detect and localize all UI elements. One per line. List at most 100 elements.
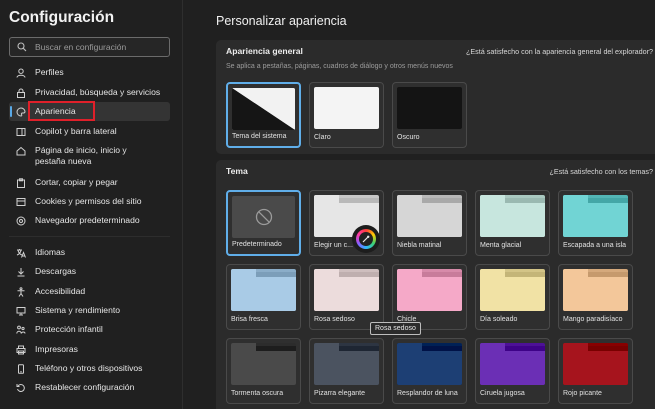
sidebar-item-inicio[interactable]: Página de inicio, inicio y pestaña nueva	[9, 145, 159, 167]
theme-tile-label: Elegir un c...	[314, 242, 353, 249]
theme-tile-mango-paradisiaco[interactable]: Mango paradisíaco	[558, 264, 633, 330]
general-appearance-heading: Apariencia general	[226, 46, 303, 56]
theme-tile-pizarra-elegante[interactable]: Pizarra elegante	[309, 338, 384, 404]
highlight-annotation	[28, 101, 95, 121]
theme-preview	[397, 269, 462, 311]
page-title: Personalizar apariencia	[216, 14, 347, 28]
theme-tile-ciruela-jugosa[interactable]: Ciruela jugosa	[475, 338, 550, 404]
theme-tile-label: Niebla matinal	[397, 242, 442, 249]
theme-tile-label: Brisa fresca	[231, 316, 268, 323]
folder-shape	[480, 343, 545, 385]
theme-tile-label: Rosa sedoso	[314, 316, 355, 323]
folder-shape	[397, 195, 462, 237]
clipboard-icon	[16, 177, 30, 188]
theme-tile-brisa-fresca[interactable]: Brisa fresca	[226, 264, 301, 330]
theme-preview	[563, 269, 628, 311]
folder-shape	[314, 269, 379, 311]
sidebar-item-navegador[interactable]: Navegador predeterminado	[9, 215, 170, 226]
light-theme-preview	[314, 87, 379, 129]
sidebar-item-label: Página de inicio, inicio y pestaña nueva	[35, 145, 127, 166]
sidebar-item-telefono[interactable]: Teléfono y otros dispositivos	[9, 363, 170, 374]
language-icon	[16, 247, 30, 258]
sidebar-item-label: Teléfono y otros dispositivos	[35, 363, 143, 373]
family-icon	[16, 324, 30, 335]
accessibility-icon	[16, 286, 30, 297]
sidebar-divider	[9, 236, 170, 237]
sidebar-item-cortar[interactable]: Cortar, copiar y pegar	[9, 177, 170, 188]
theme-card: Tema ¿Está satisfecho con los temas? Pre…	[216, 160, 655, 409]
color-picker-button[interactable]	[352, 225, 380, 253]
folder-shape	[563, 195, 628, 237]
theme-tile-label: Menta glacial	[480, 242, 522, 249]
theme-preview	[563, 195, 628, 237]
sidebar-item-label: Impresoras	[35, 344, 78, 354]
search-input[interactable]	[35, 42, 165, 52]
appearance-option-label: Oscuro	[397, 134, 420, 141]
theme-preview	[480, 269, 545, 311]
main-content: Personalizar apariencia Apariencia gener…	[184, 0, 655, 409]
home-icon	[16, 145, 30, 156]
folder-shape	[563, 343, 628, 385]
sidebar-item-label: Sistema y rendimiento	[35, 305, 121, 315]
theme-tile-rojo-picante[interactable]: Rojo picante	[558, 338, 633, 404]
theme-preview	[563, 343, 628, 385]
sidebar-item-sistema[interactable]: Sistema y rendimiento	[9, 305, 170, 316]
folder-shape	[314, 343, 379, 385]
theme-preview	[231, 269, 296, 311]
theme-tile-label: Predeterminado	[232, 241, 282, 248]
appearance-option-system[interactable]: Tema del sistema	[226, 82, 301, 148]
sidebar-item-accesibilidad[interactable]: Accesibilidad	[9, 286, 170, 297]
sidebar-item-label: Cookies y permisos del sitio	[35, 196, 142, 206]
sidebar-item-cookies[interactable]: Cookies y permisos del sitio	[9, 196, 170, 207]
sidebar-item-privacidad[interactable]: Privacidad, búsqueda y servicios	[9, 87, 170, 98]
folder-shape	[231, 269, 296, 311]
cookie-icon	[16, 196, 30, 207]
sidebar-item-label: Cortar, copiar y pegar	[35, 177, 118, 187]
folder-shape	[231, 343, 296, 385]
theme-tile-menta-glacial[interactable]: Menta glacial	[475, 190, 550, 256]
theme-tile-chicle[interactable]: Chicle	[392, 264, 467, 330]
appearance-option-label: Tema del sistema	[232, 133, 287, 140]
search-box[interactable]	[9, 37, 170, 57]
sidebar-item-perfiles[interactable]: Perfiles	[9, 67, 170, 78]
theme-tile-rosa-sedoso[interactable]: Rosa sedoso	[309, 264, 384, 330]
person-icon	[16, 67, 30, 78]
theme-tooltip: Rosa sedoso	[370, 322, 421, 335]
theme-tile-predeterminado[interactable]: Predeterminado	[226, 190, 301, 256]
download-icon	[16, 266, 30, 277]
sidebar-item-idiomas[interactable]: Idiomas	[9, 247, 170, 258]
theme-tile-label: Rojo picante	[563, 390, 602, 397]
sidebar-item-descargas[interactable]: Descargas	[9, 266, 170, 277]
browser-icon	[16, 215, 30, 226]
theme-tile-label: Ciruela jugosa	[480, 390, 525, 397]
sidebar-item-impresoras[interactable]: Impresoras	[9, 344, 170, 355]
folder-shape	[563, 269, 628, 311]
folder-shape	[480, 269, 545, 311]
theme-tile-escapada-isla[interactable]: Escapada a una isla	[558, 190, 633, 256]
sidebar-item-label: Descargas	[35, 266, 77, 276]
theme-tile-label: Pizarra elegante	[314, 390, 365, 397]
theme-tile-label: Resplandor de luna	[397, 390, 458, 397]
general-feedback-link[interactable]: ¿Está satisfecho con la apariencia gener…	[466, 47, 653, 56]
theme-tile-dia-soleado[interactable]: Día soleado	[475, 264, 550, 330]
appearance-option-light[interactable]: Claro	[309, 82, 384, 148]
sidebar-item-restablecer[interactable]: Restablecer configuración	[9, 382, 170, 393]
appearance-option-dark[interactable]: Oscuro	[392, 82, 467, 148]
printer-icon	[16, 344, 30, 355]
general-appearance-card: Apariencia general ¿Está satisfecho con …	[216, 40, 655, 154]
sidebar-item-label: Accesibilidad	[35, 286, 86, 296]
system-icon	[16, 305, 30, 316]
theme-preview	[480, 195, 545, 237]
sidebar-item-proteccion[interactable]: Protección infantil	[9, 324, 170, 335]
theme-feedback-link[interactable]: ¿Está satisfecho con los temas?	[550, 167, 653, 176]
theme-tile-label: Día soleado	[480, 316, 518, 323]
folder-shape	[397, 343, 462, 385]
search-icon	[17, 42, 27, 52]
theme-tile-tormenta-oscura[interactable]: Tormenta oscura	[226, 338, 301, 404]
sidebar-item-copilot[interactable]: Copilot y barra lateral	[9, 126, 170, 137]
sidebar-icon	[16, 126, 30, 137]
theme-tile-label: Tormenta oscura	[231, 390, 284, 397]
theme-preview	[397, 195, 462, 237]
theme-tile-niebla-matinal[interactable]: Niebla matinal	[392, 190, 467, 256]
theme-tile-resplandor-luna[interactable]: Resplandor de luna	[392, 338, 467, 404]
